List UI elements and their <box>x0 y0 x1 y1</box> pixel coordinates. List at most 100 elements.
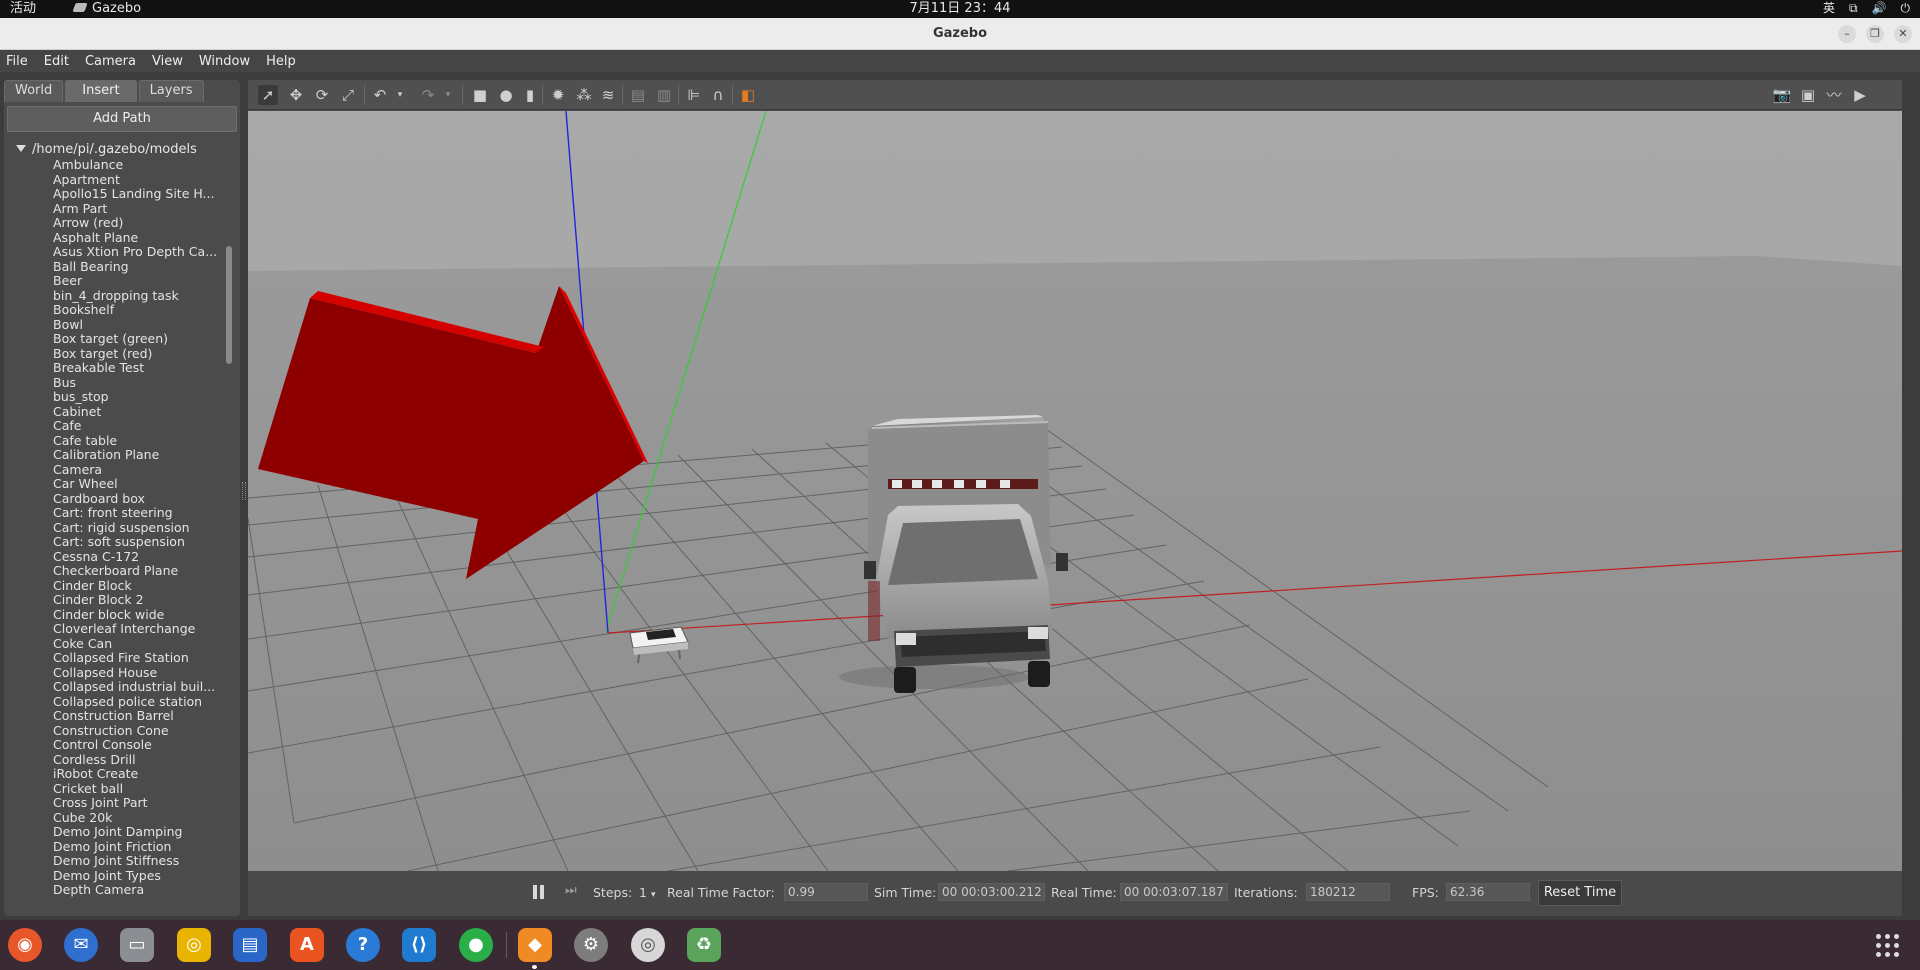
model-list-item[interactable]: bus_stop <box>53 390 225 405</box>
model-list-item[interactable]: Ambulance <box>53 158 225 173</box>
record-video-icon[interactable]: ▶ <box>1850 85 1870 105</box>
model-list-item[interactable]: Cart: rigid suspension <box>53 521 225 536</box>
menu-edit[interactable]: Edit <box>44 54 69 69</box>
model-list-item[interactable]: Arm Part <box>53 202 225 217</box>
vscode-icon[interactable]: ⟨⟩ <box>402 928 436 962</box>
box-shape-icon[interactable]: ■ <box>470 85 490 105</box>
menu-file[interactable]: File <box>6 54 28 69</box>
rhythmbox-icon[interactable]: ◎ <box>177 928 211 962</box>
model-list-item[interactable]: Demo Joint Stiffness <box>53 854 225 869</box>
tab-world[interactable]: World <box>4 80 64 102</box>
model-list-item[interactable]: Camera <box>53 463 225 478</box>
network-icon[interactable]: ⧉ <box>1849 0 1858 17</box>
model-list-item[interactable]: Calibration Plane <box>53 448 225 463</box>
model-list-item[interactable]: Apartment <box>53 173 225 188</box>
settings-icon[interactable]: ⚙ <box>574 928 608 962</box>
pause-button[interactable] <box>531 883 545 901</box>
model-list-item[interactable]: Cafe table <box>53 434 225 449</box>
model-list-item[interactable]: Box target (red) <box>53 347 225 362</box>
model-list-item[interactable]: Cafe <box>53 419 225 434</box>
model-list-item[interactable]: Depth Camera <box>53 883 225 898</box>
model-list-item[interactable]: Breakable Test <box>53 361 225 376</box>
spot-light-icon[interactable]: ⁂ <box>574 85 594 105</box>
copy-icon[interactable]: ▤ <box>628 85 648 105</box>
model-list-item[interactable]: Construction Barrel <box>53 709 225 724</box>
model-list-item[interactable]: Cinder block wide <box>53 608 225 623</box>
model-list-item[interactable]: Cricket ball <box>53 782 225 797</box>
model-list-item[interactable]: Cessna C-172 <box>53 550 225 565</box>
expand-arrow-icon[interactable] <box>16 145 26 152</box>
app-center-icon[interactable]: A <box>290 928 324 962</box>
menu-view[interactable]: View <box>152 54 183 69</box>
steps-spinner[interactable]: 1 ▾ <box>639 885 655 900</box>
power-icon[interactable]: ⏻ <box>1901 0 1911 17</box>
files-icon[interactable]: ▭ <box>120 928 154 962</box>
model-list-item[interactable]: Asus Xtion Pro Depth Ca... <box>53 245 225 260</box>
menu-window[interactable]: Window <box>199 54 250 69</box>
volume-icon[interactable]: 🔊 <box>1872 0 1887 17</box>
cylinder-shape-icon[interactable]: ▮ <box>520 85 540 105</box>
model-list-item[interactable]: Demo Joint Types <box>53 869 225 884</box>
model-list-item[interactable]: Ball Bearing <box>53 260 225 275</box>
wechat-icon[interactable]: ● <box>459 928 493 962</box>
gazebo-icon[interactable]: ◆ <box>518 928 552 962</box>
translate-mode-icon[interactable]: ✥ <box>286 85 306 105</box>
select-mode-icon[interactable]: ➚ <box>258 85 278 105</box>
tab-layers[interactable]: Layers <box>138 80 204 102</box>
plot-icon[interactable]: 〰 <box>1824 85 1844 105</box>
snap-icon[interactable]: ∩ <box>708 85 728 105</box>
scale-mode-icon[interactable]: ⤢ <box>338 85 358 105</box>
model-list-item[interactable]: Cabinet <box>53 405 225 420</box>
activities-button[interactable]: 活动 <box>10 0 36 17</box>
add-path-button[interactable]: Add Path <box>7 106 237 132</box>
firefox-icon[interactable]: ◉ <box>8 928 42 962</box>
directional-light-icon[interactable]: ≋ <box>598 85 618 105</box>
disc-icon[interactable]: ◎ <box>631 928 665 962</box>
model-list-item[interactable]: Cloverleaf Interchange <box>53 622 225 637</box>
undo-icon[interactable]: ↶ <box>370 85 390 105</box>
model-list-item[interactable]: Control Console <box>53 738 225 753</box>
model-list-item[interactable]: Box target (green) <box>53 332 225 347</box>
maximize-button[interactable]: ❐ <box>1866 25 1884 43</box>
model-list-item[interactable]: Bus <box>53 376 225 391</box>
input-method-indicator[interactable]: 英 <box>1823 0 1835 17</box>
model-list-item[interactable]: Checkerboard Plane <box>53 564 225 579</box>
model-list-item[interactable]: Collapsed House <box>53 666 225 681</box>
model-list-item[interactable]: Collapsed Fire Station <box>53 651 225 666</box>
scene-render[interactable] <box>248 111 1902 871</box>
align-icon[interactable]: ⊫ <box>684 85 704 105</box>
thunderbird-icon[interactable]: ✉ <box>64 928 98 962</box>
model-list-item[interactable]: Cinder Block 2 <box>53 593 225 608</box>
clock[interactable]: 7月11日 23：44 <box>909 1 1010 16</box>
model-list-item[interactable]: bin_4_dropping task <box>53 289 225 304</box>
model-list-item[interactable]: Cinder Block <box>53 579 225 594</box>
screenshot-icon[interactable]: 📷 <box>1772 85 1792 105</box>
model-list-item[interactable]: Collapsed police station <box>53 695 225 710</box>
menu-help[interactable]: Help <box>266 54 296 69</box>
model-list-item[interactable]: Apollo15 Landing Site H... <box>53 187 225 202</box>
model-list-item[interactable]: Demo Joint Damping <box>53 825 225 840</box>
3d-viewport[interactable] <box>248 111 1902 871</box>
help-icon[interactable]: ? <box>346 928 380 962</box>
view-angle-icon[interactable]: ◧ <box>738 85 758 105</box>
redo-dropdown-icon[interactable]: ▾ <box>438 85 458 105</box>
show-apps-icon[interactable] <box>1876 934 1900 958</box>
system-tray[interactable]: 英 ⧉ 🔊 ⏻ <box>1823 0 1910 17</box>
model-list-item[interactable]: Beer <box>53 274 225 289</box>
writer-icon[interactable]: ▤ <box>233 928 267 962</box>
redo-icon[interactable]: ↷ <box>418 85 438 105</box>
model-list-item[interactable]: Demo Joint Friction <box>53 840 225 855</box>
step-button[interactable]: ⏭ <box>565 883 581 901</box>
trash-icon[interactable]: ♻ <box>687 928 721 962</box>
model-list-item[interactable]: Construction Cone <box>53 724 225 739</box>
close-button[interactable]: ✕ <box>1894 25 1912 43</box>
model-list-item[interactable]: Collapsed industrial buil... <box>53 680 225 695</box>
model-list-item[interactable]: Cordless Drill <box>53 753 225 768</box>
tree-root-path[interactable]: /home/pi/.gazebo/models <box>16 142 197 157</box>
paste-icon[interactable]: ▥ <box>654 85 674 105</box>
undo-dropdown-icon[interactable]: ▾ <box>390 85 410 105</box>
tab-insert[interactable]: Insert <box>65 80 137 102</box>
model-list-item[interactable]: Cross Joint Part <box>53 796 225 811</box>
model-list-item[interactable]: Arrow (red) <box>53 216 225 231</box>
panel-splitter[interactable] <box>242 482 246 500</box>
